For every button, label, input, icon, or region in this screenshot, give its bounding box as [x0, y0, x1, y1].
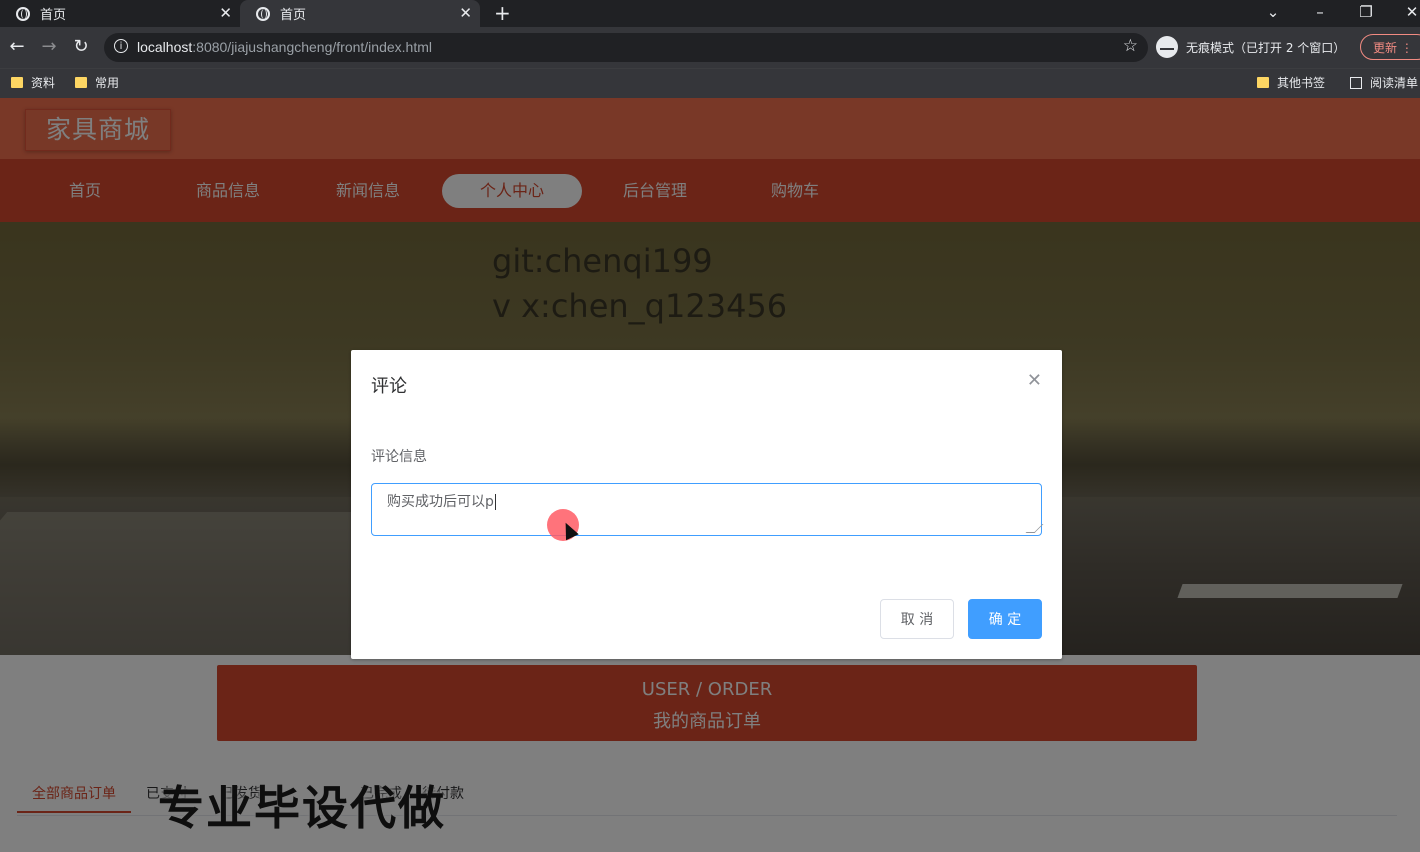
- reload-icon[interactable]: ↻: [69, 35, 93, 59]
- bookmark-label: 其他书签: [1277, 76, 1326, 90]
- browser-tab-strip: 首页 ✕ 首页 ✕ + ⌄ – ❐ ✕: [0, 0, 1420, 27]
- tab-title: 首页: [40, 8, 67, 23]
- bookmark-label: 阅读清单: [1370, 76, 1419, 90]
- back-icon[interactable]: ←: [5, 35, 29, 59]
- comment-textarea[interactable]: 购买成功后可以p: [371, 483, 1044, 536]
- close-tab-icon[interactable]: ✕: [459, 4, 472, 22]
- incognito-label: 无痕模式（已打开 2 个窗口）: [1186, 40, 1346, 55]
- comment-field-label: 评论信息: [371, 449, 427, 465]
- bookmark-star-icon[interactable]: ☆: [1123, 36, 1138, 56]
- browser-tab-active[interactable]: 首页 ✕: [240, 0, 480, 27]
- bookmarks-bar: 资料 常用 其他书签 阅读清单: [0, 68, 1420, 98]
- comment-dialog: 评论 ✕ 评论信息 购买成功后可以p 取 消 确 定: [351, 350, 1062, 659]
- folder-icon: [11, 77, 23, 88]
- close-window-icon[interactable]: ✕: [1389, 0, 1420, 27]
- dialog-title: 评论: [371, 376, 407, 397]
- resize-handle-icon[interactable]: [1025, 524, 1044, 533]
- forward-icon[interactable]: →: [37, 35, 61, 59]
- cancel-button[interactable]: 取 消: [880, 599, 954, 639]
- confirm-button[interactable]: 确 定: [968, 599, 1042, 639]
- address-bar[interactable]: i localhost:8080/jiajushangcheng/front/i…: [104, 33, 1148, 62]
- globe-icon: [256, 6, 270, 21]
- restore-icon[interactable]: ❐: [1343, 0, 1389, 27]
- folder-icon: [1257, 77, 1269, 88]
- bookmark-folder[interactable]: 资料: [11, 74, 55, 91]
- browser-tab[interactable]: 首页 ✕: [0, 0, 240, 27]
- close-icon[interactable]: ✕: [1027, 370, 1042, 392]
- globe-icon: [16, 6, 30, 21]
- url-text[interactable]: localhost:8080/jiajushangcheng/front/ind…: [137, 39, 432, 55]
- close-tab-icon[interactable]: ✕: [219, 4, 232, 22]
- bookmark-folder[interactable]: 常用: [75, 74, 119, 91]
- text-caret: [494, 494, 496, 510]
- new-tab-icon[interactable]: +: [494, 2, 511, 24]
- reading-list-icon: [1350, 76, 1362, 89]
- incognito-indicator[interactable]: 无痕模式（已打开 2 个窗口）: [1156, 33, 1345, 61]
- bookmark-label: 常用: [95, 76, 120, 90]
- update-button[interactable]: 更新 ⋮: [1360, 34, 1420, 60]
- reading-list[interactable]: 阅读清单: [1350, 74, 1418, 91]
- folder-icon: [75, 77, 87, 88]
- incognito-icon: [1156, 36, 1178, 58]
- site-info-icon[interactable]: i: [114, 39, 128, 53]
- tab-search-icon[interactable]: ⌄: [1250, 0, 1296, 27]
- tab-title: 首页: [280, 8, 307, 23]
- minimize-icon[interactable]: –: [1297, 0, 1343, 27]
- bookmark-label: 资料: [31, 76, 56, 90]
- other-bookmarks[interactable]: 其他书签: [1257, 74, 1325, 91]
- comment-text: 购买成功后可以p: [387, 494, 494, 510]
